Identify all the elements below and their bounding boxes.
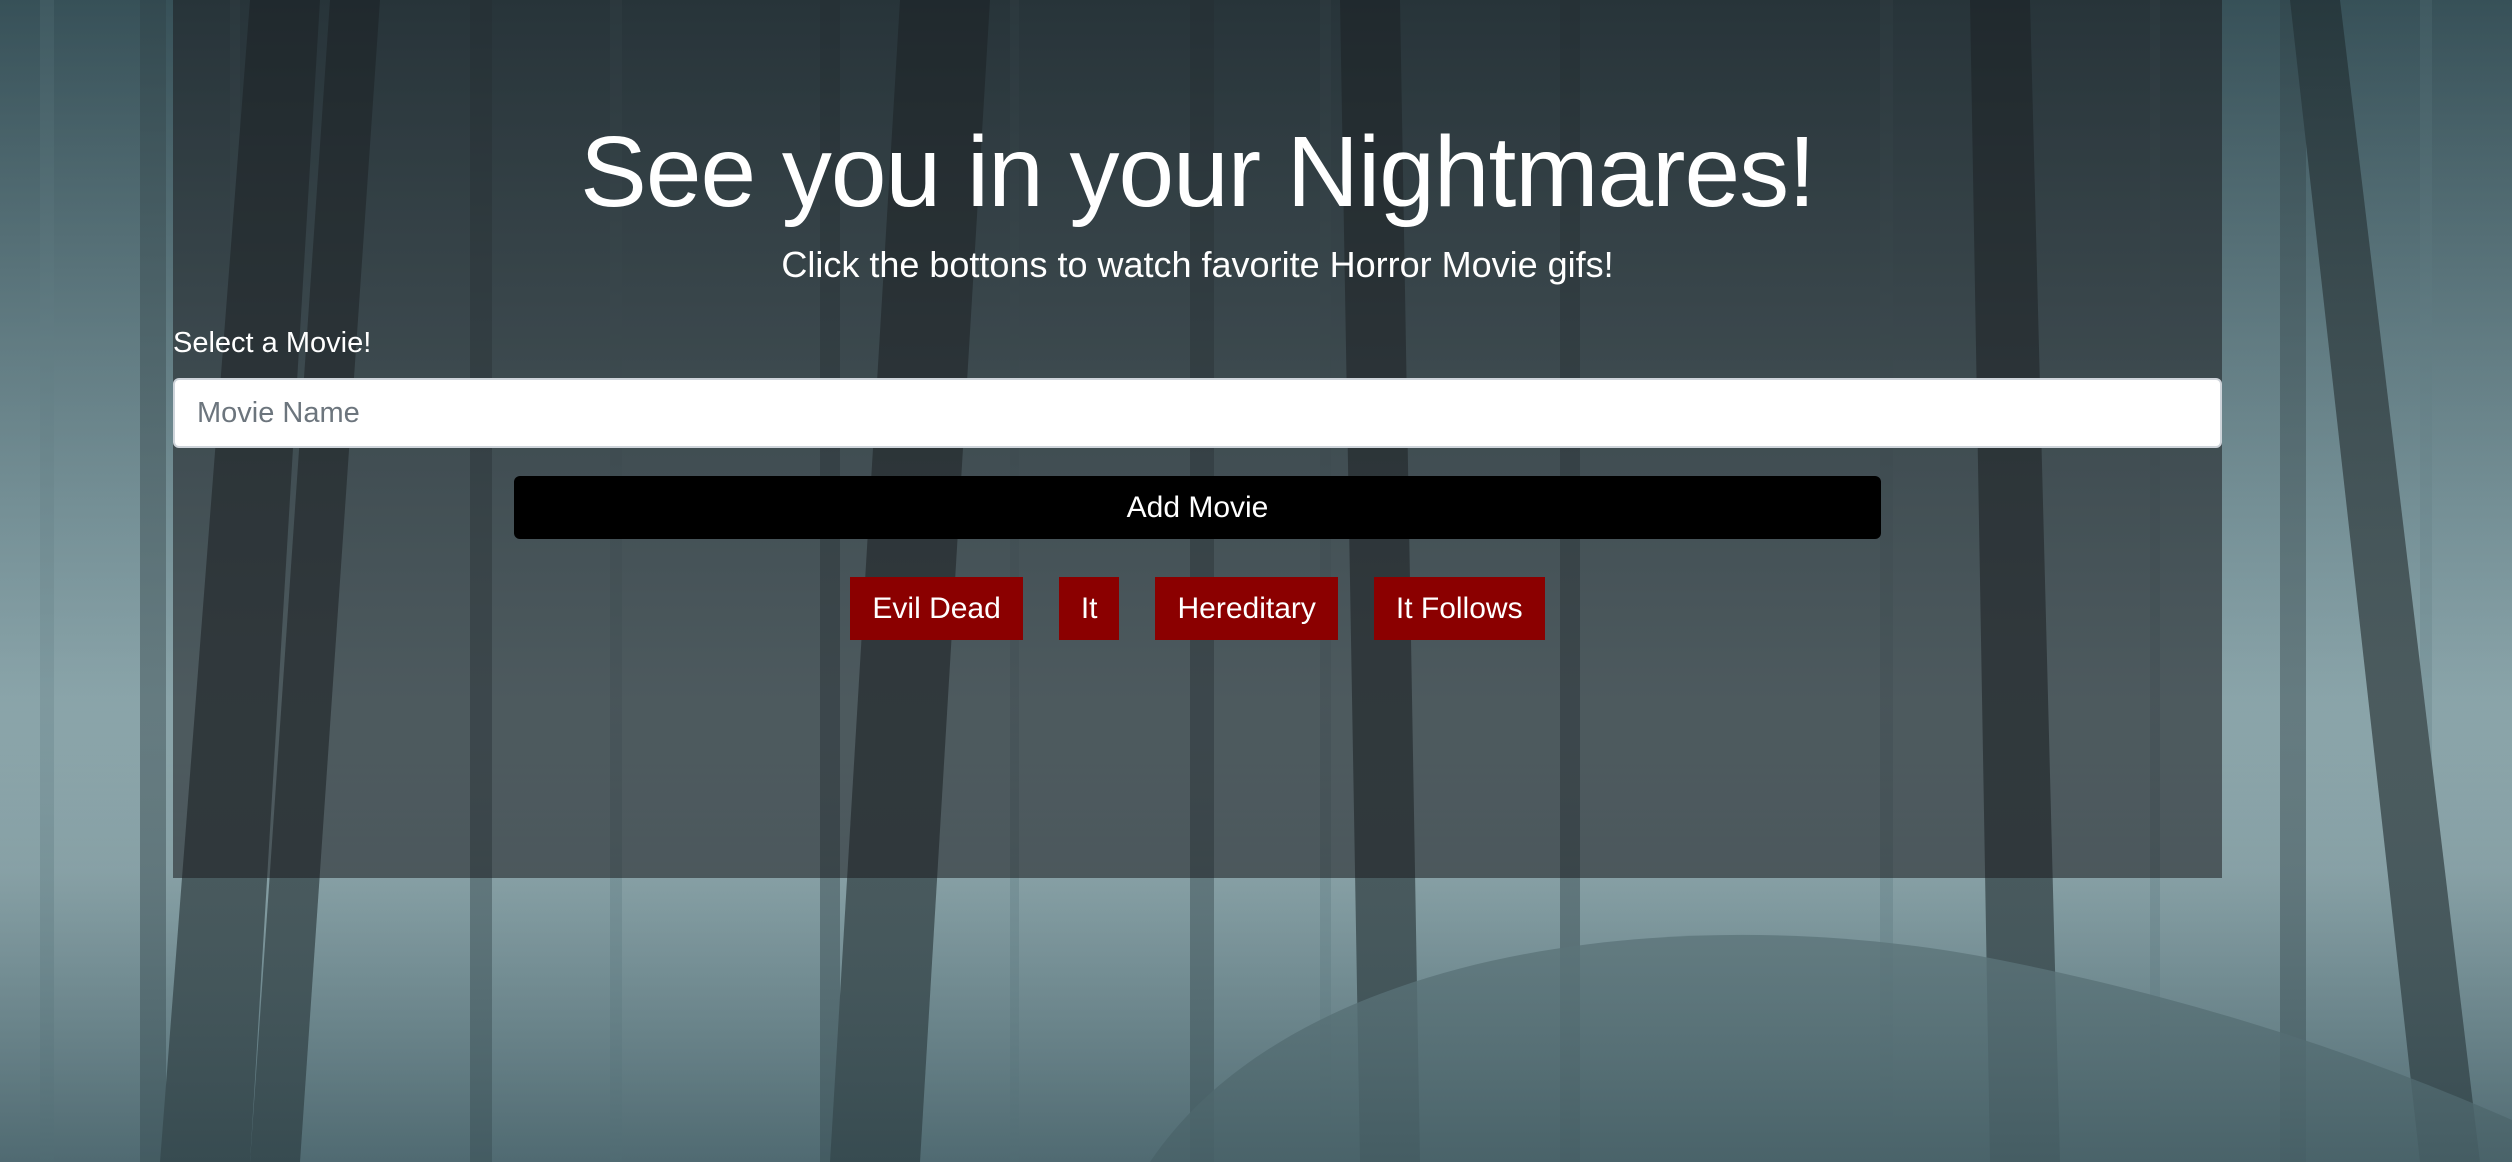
page-subtitle: Click the bottons to watch favorite Horr… xyxy=(781,244,1614,285)
jumbotron-panel: See you in your Nightmares! Click the bo… xyxy=(173,0,2222,878)
movie-button-evil-dead[interactable]: Evil Dead xyxy=(850,577,1023,640)
movie-button-list: Evil Dead It Hereditary It Follows xyxy=(173,577,2222,640)
add-movie-button[interactable]: Add Movie xyxy=(514,476,1881,539)
movie-input-label: Select a Movie! xyxy=(173,327,372,359)
page-title: See you in your Nightmares! xyxy=(580,116,1816,228)
movie-name-input[interactable] xyxy=(173,378,2222,448)
movie-button-it[interactable]: It xyxy=(1058,577,1120,640)
movie-button-hereditary[interactable]: Hereditary xyxy=(1155,577,1338,640)
movie-button-it-follows[interactable]: It Follows xyxy=(1373,577,1545,640)
